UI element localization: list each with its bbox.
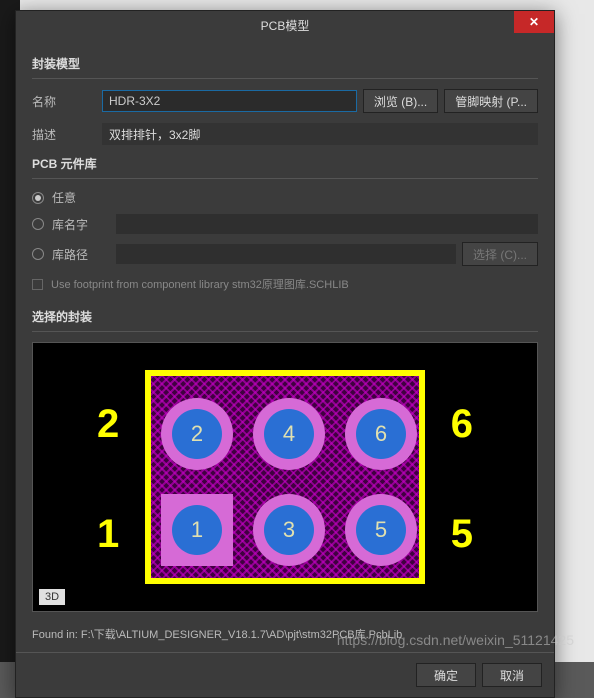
silk-number-1: 1 [97, 512, 119, 557]
pad-2: 2 [161, 398, 233, 470]
section-selected-footprint: 选择的封装 [32, 308, 538, 325]
libname-input[interactable] [116, 214, 538, 234]
libpath-input[interactable] [116, 244, 456, 264]
pad-number: 3 [264, 505, 314, 555]
close-icon: ✕ [529, 15, 539, 29]
radio-libpath-label: 库路径 [52, 246, 112, 263]
pad-number: 2 [172, 409, 222, 459]
use-footprint-checkbox[interactable] [32, 279, 43, 290]
cancel-button[interactable]: 取消 [482, 663, 542, 687]
section-pcb-library: PCB 元件库 [32, 155, 538, 172]
pcb-model-dialog: PCB模型 ✕ 封装模型 名称 浏览 (B)... 管脚映射 (P... 描述 … [15, 10, 555, 698]
pad-3: 3 [253, 494, 325, 566]
pad-number: 1 [172, 505, 222, 555]
pad-number: 4 [264, 409, 314, 459]
found-in-text: Found in: F:\下载\ALTIUM_DESIGNER_V18.1.7\… [16, 616, 554, 652]
radio-libname-label: 库名字 [52, 216, 112, 233]
pad-number: 5 [356, 505, 406, 555]
select-path-button: 选择 (C)... [462, 242, 538, 266]
footprint-preview[interactable]: 246135 1 2 5 6 3D [32, 342, 538, 612]
pad-6: 6 [345, 398, 417, 470]
pad-4: 4 [253, 398, 325, 470]
use-footprint-label: Use footprint from component library stm… [51, 276, 349, 292]
radio-libpath[interactable] [32, 248, 44, 260]
dialog-footer: 确定 取消 [16, 652, 554, 697]
divider [32, 78, 538, 79]
silk-number-5: 5 [451, 512, 473, 557]
desc-label: 描述 [32, 126, 102, 143]
divider [32, 331, 538, 332]
titlebar: PCB模型 ✕ [16, 11, 554, 39]
pad-board: 246135 1 2 5 6 [65, 362, 505, 592]
pad-number: 6 [356, 409, 406, 459]
pad-1: 1 [161, 494, 233, 566]
radio-any[interactable] [32, 192, 44, 204]
radio-libname[interactable] [32, 218, 44, 230]
silk-number-2: 2 [97, 402, 119, 447]
radio-any-label: 任意 [52, 189, 112, 206]
name-input[interactable] [102, 90, 357, 112]
pinmap-button[interactable]: 管脚映射 (P... [444, 89, 538, 113]
section-footprint-model: 封装模型 [32, 55, 538, 72]
name-label: 名称 [32, 93, 102, 110]
pad-5: 5 [345, 494, 417, 566]
close-button[interactable]: ✕ [514, 11, 554, 33]
silk-outline: 246 135 [145, 370, 425, 584]
3d-button[interactable]: 3D [39, 589, 65, 605]
desc-value: 双排排针，3x2脚 [102, 123, 538, 145]
divider [32, 178, 538, 179]
ok-button[interactable]: 确定 [416, 663, 476, 687]
silk-number-6: 6 [451, 402, 473, 447]
dialog-title: PCB模型 [261, 17, 310, 34]
browse-button[interactable]: 浏览 (B)... [363, 89, 438, 113]
